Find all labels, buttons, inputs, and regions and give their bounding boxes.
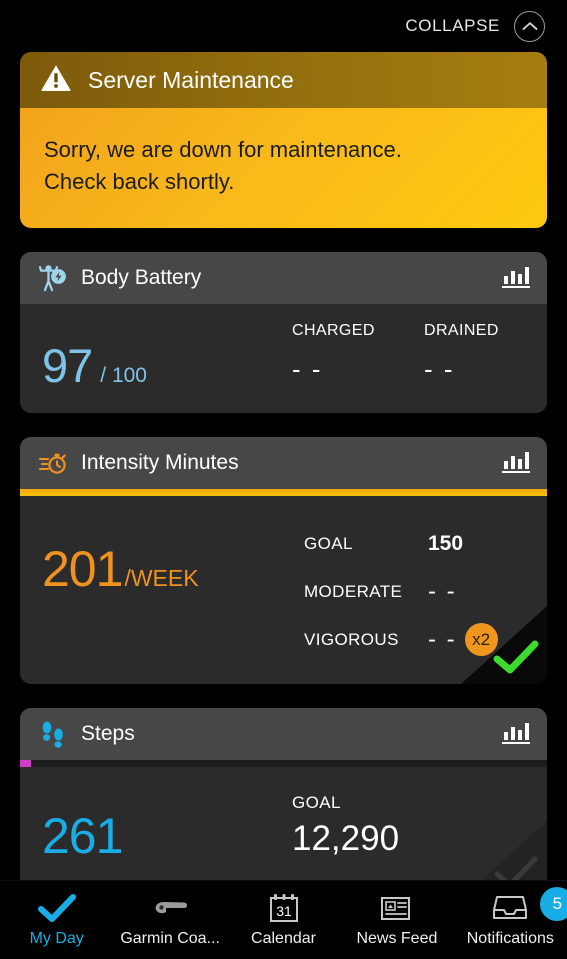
intensity-minutes-value-group: 201 /WEEK [42, 514, 304, 664]
bar-chart-icon[interactable] [501, 450, 531, 476]
top-bar: COLLAPSE [0, 0, 567, 52]
server-maintenance-card[interactable]: Server Maintenance Sorry, we are down fo… [20, 52, 547, 228]
intensity-minutes-stats: GOAL 150 MODERATE - - VIGOROUS - - x2 [304, 514, 529, 664]
newspaper-icon [380, 893, 413, 923]
nav-item-news-feed[interactable]: News Feed [340, 881, 453, 959]
steps-body: 261 GOAL 12,290 [20, 767, 547, 899]
body-battery-value-suffix: / 100 [100, 363, 147, 387]
collapse-label: COLLAPSE [405, 16, 500, 35]
calendar-icon: 31 [269, 893, 299, 923]
checkmark-icon [37, 893, 76, 923]
intensity-minutes-unit: /WEEK [124, 564, 199, 591]
body-battery-value-group: 97 / 100 [42, 322, 292, 393]
footprints-icon [38, 719, 68, 749]
stat-row-vigorous: VIGOROUS - - x2 [304, 616, 529, 664]
intensity-minutes-progress-fill [20, 488, 547, 496]
moderate-label: MODERATE [304, 581, 403, 601]
maintenance-header: Server Maintenance [20, 52, 547, 108]
goal-value: 150 [428, 531, 464, 555]
body-battery-icon [38, 263, 68, 293]
steps-card[interactable]: Steps 261 GOAL 12,290 [20, 707, 547, 899]
bar-chart-icon[interactable] [501, 721, 531, 747]
card-list: Server Maintenance Sorry, we are down fo… [0, 52, 567, 899]
body-battery-value: 97 [42, 338, 93, 392]
body-battery-header: Body Battery [20, 251, 547, 304]
nav-item-notifications[interactable]: Notifications 5 [454, 881, 567, 959]
maintenance-title: Server Maintenance [88, 66, 294, 93]
nav-item-my-day[interactable]: My Day [0, 881, 113, 959]
steps-value: 261 [42, 807, 123, 864]
goal-label: GOAL [304, 533, 353, 553]
whistle-icon [150, 893, 190, 923]
warning-triangle-icon [40, 63, 72, 97]
nav-label-news-feed: News Feed [356, 929, 438, 947]
steps-goal-value: 12,290 [292, 818, 400, 858]
steps-goal-label: GOAL [292, 792, 341, 812]
nav-item-garmin-coach[interactable]: Garmin Coa... [113, 881, 226, 959]
steps-progress-track [20, 759, 547, 767]
inbox-icon [493, 893, 528, 923]
steps-progress-fill [20, 759, 31, 767]
collapse-button[interactable] [514, 10, 545, 42]
steps-header: Steps [20, 707, 547, 760]
body-battery-drained-column: DRAINED - - [424, 322, 547, 385]
maintenance-message-line2: Check back shortly. [44, 168, 235, 194]
nav-label-notifications: Notifications [466, 929, 554, 947]
intensity-minutes-value: 201 [42, 540, 123, 597]
intensity-minutes-progress-track [20, 488, 547, 496]
stat-row-goal: GOAL 150 [304, 520, 529, 568]
intensity-minutes-title: Intensity Minutes [81, 450, 239, 474]
chevron-up-icon [522, 21, 538, 32]
intensity-minutes-header: Intensity Minutes [20, 436, 547, 489]
charged-label: CHARGED [292, 321, 375, 339]
svg-text:31: 31 [276, 903, 292, 919]
vigorous-value: - - [428, 625, 457, 653]
vigorous-multiplier-badge: x2 [464, 623, 498, 657]
notifications-badge: 5 [540, 887, 567, 921]
maintenance-body: Sorry, we are down for maintenance. Chec… [20, 108, 547, 228]
nav-item-calendar[interactable]: 31 Calendar [227, 881, 340, 959]
vigorous-label: VIGOROUS [304, 629, 399, 649]
body-battery-body: 97 / 100 CHARGED - - DRAINED - - [20, 304, 547, 413]
moderate-value: - - [428, 577, 457, 605]
drained-value: - - [424, 353, 455, 384]
stat-row-moderate: MODERATE - - [304, 568, 529, 616]
body-battery-charged-column: CHARGED - - [292, 322, 424, 385]
bar-chart-icon[interactable] [501, 265, 531, 291]
nav-label-calendar: Calendar [251, 929, 316, 947]
intensity-minutes-card[interactable]: Intensity Minutes 201 /WEEK GOAL 150 MOD… [20, 436, 547, 684]
maintenance-message-line1: Sorry, we are down for maintenance. [44, 137, 402, 162]
steps-title: Steps [81, 721, 135, 745]
stopwatch-icon [38, 448, 68, 478]
intensity-minutes-body: 201 /WEEK GOAL 150 MODERATE - - VIGOROUS… [20, 496, 547, 684]
nav-label-my-day: My Day [29, 929, 84, 947]
app-screen: COLLAPSE Server Maintenance Sorry, we ar… [0, 0, 567, 959]
nav-label-garmin-coach: Garmin Coa... [120, 929, 220, 947]
body-battery-title: Body Battery [81, 265, 202, 289]
body-battery-card[interactable]: Body Battery 97 / 100 CHARGED - - DRAINE… [20, 251, 547, 413]
bottom-navigation: My Day Garmin Coa... 31 Calendar News Fe… [0, 880, 567, 959]
steps-goal-group: GOAL 12,290 [292, 785, 399, 859]
drained-label: DRAINED [424, 321, 499, 339]
steps-value-group: 261 [42, 785, 292, 865]
charged-value: - - [292, 353, 323, 384]
